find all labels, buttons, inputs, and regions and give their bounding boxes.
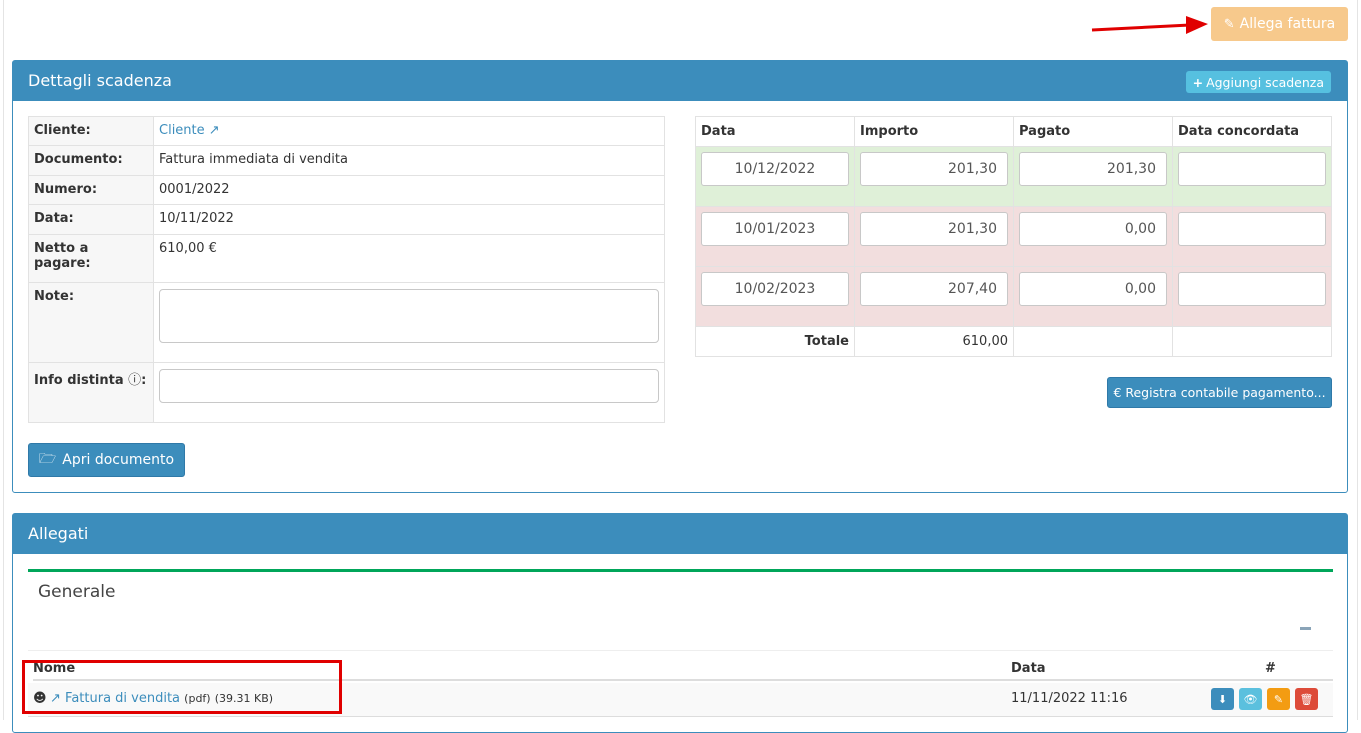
agreed-date-input[interactable] <box>1178 152 1326 186</box>
schedule-table: Data Importo Pagato Data concordata 10/1… <box>695 116 1332 357</box>
col-importo-header: Importo <box>854 116 1014 147</box>
cliente-cell: Cliente ↗ <box>153 116 665 146</box>
external-link-icon: ↗ <box>208 123 220 138</box>
plus-icon: + <box>1192 74 1204 90</box>
total-value: 610,00 <box>854 326 1014 357</box>
paid-input[interactable]: 201,30 <box>1019 152 1167 186</box>
edit-icon[interactable]: ✎ <box>1267 688 1290 710</box>
files-header: Nome Data # <box>33 659 1333 681</box>
total-empty-cell <box>1172 326 1332 357</box>
cliente-link[interactable]: Cliente ↗ <box>159 123 220 138</box>
note-cell <box>153 282 665 363</box>
col-data-header: Data <box>695 116 855 147</box>
col-actions-header: # <box>1265 661 1276 676</box>
numero-value: 0001/2022 <box>153 175 665 205</box>
file-ext: (pdf) <box>184 692 211 705</box>
col-nome-header: Nome <box>33 661 76 676</box>
total-row: Totale 610,00 <box>695 326 1332 357</box>
aggiungi-scadenza-label: Aggiungi scadenza <box>1206 74 1324 90</box>
attachments-panel-heading: Allegati <box>13 514 1347 554</box>
col-data-header: Data <box>1011 661 1046 676</box>
info-distinta-label: Info distinta <box>34 373 124 388</box>
netto-value: 610,00 € <box>153 234 665 283</box>
netto-label: Netto a pagare: <box>28 234 154 283</box>
cliente-label: Cliente: <box>28 116 154 146</box>
file-link[interactable]: ↗ Fattura di vendita <box>50 691 180 706</box>
apri-documento-button[interactable]: 🗁 Apri documento <box>28 443 185 477</box>
data-value: 10/11/2022 <box>153 204 665 235</box>
due-date-input[interactable]: 10/12/2022 <box>701 152 849 186</box>
amount-input[interactable]: 207,40 <box>860 272 1008 306</box>
aggiungi-scadenza-button[interactable]: + Aggiungi scadenza <box>1185 71 1331 93</box>
details-panel-heading: Dettagli scadenza + Aggiungi scadenza <box>13 61 1347 101</box>
col-pagato-header: Pagato <box>1013 116 1173 147</box>
paid-input[interactable]: 0,00 <box>1019 272 1167 306</box>
folder-open-icon: 🗁 <box>38 451 57 467</box>
generale-box: Generale Nome Data # ☻ ↗ Fattura di vend… <box>28 569 1333 729</box>
agreed-date-input[interactable] <box>1178 212 1326 246</box>
generale-title: Generale <box>38 582 116 602</box>
trash-icon[interactable]: 🗑 <box>1295 688 1318 710</box>
file-date: 11/11/2022 11:16 <box>1011 691 1128 706</box>
documento-value: Fattura immediata di vendita <box>153 145 665 176</box>
info-distinta-cell <box>153 362 665 423</box>
amount-input[interactable]: 201,30 <box>860 152 1008 186</box>
registra-pagamento-button[interactable]: € Registra contabile pagamento... <box>1107 377 1332 408</box>
numero-label: Numero: <box>28 175 154 205</box>
schedule-row: 10/01/2023 201,30 0,00 <box>695 206 1332 267</box>
col-concordata-header: Data concordata <box>1172 116 1332 147</box>
file-name-cell: ↗ Fattura di vendita (pdf) (39.31 KB) <box>50 691 273 706</box>
allega-fattura-button[interactable]: ✎ Allega fattura <box>1211 7 1348 41</box>
allega-fattura-label: Allega fattura <box>1239 16 1336 32</box>
agreed-date-input[interactable] <box>1178 272 1326 306</box>
collapse-icon[interactable] <box>1300 627 1311 630</box>
details-panel: Dettagli scadenza + Aggiungi scadenza Cl… <box>12 60 1348 493</box>
due-date-input[interactable]: 10/02/2023 <box>701 272 849 306</box>
file-size: (39.31 KB) <box>214 692 274 705</box>
amount-input[interactable]: 201,30 <box>860 212 1008 246</box>
divider <box>28 650 1333 651</box>
annotation-arrow <box>1091 16 1208 34</box>
info-distinta-input[interactable] <box>159 369 659 403</box>
help-icon[interactable]: ⓘ <box>128 373 141 388</box>
file-row: ☻ ↗ Fattura di vendita (pdf) (39.31 KB) … <box>28 683 1333 717</box>
apri-documento-label: Apri documento <box>62 452 175 468</box>
note-label: Note: <box>28 282 154 363</box>
info-table: Cliente: Cliente ↗ Documento: Fattura im… <box>28 116 665 423</box>
external-link-icon: ↗ <box>50 691 61 706</box>
info-distinta-label-cell: Info distinta ⓘ: <box>28 362 154 423</box>
eye-icon[interactable]: 👁 <box>1239 688 1262 710</box>
paid-input[interactable]: 0,00 <box>1019 212 1167 246</box>
paperclip-icon: ✎ <box>1223 16 1235 32</box>
attachments-panel: Allegati Generale Nome Data # ☻ ↗ Fattur… <box>12 513 1348 733</box>
schedule-row: 10/12/2022 201,30 201,30 <box>695 146 1332 207</box>
documento-label: Documento: <box>28 145 154 176</box>
download-icon[interactable]: ⬇ <box>1211 688 1234 710</box>
data-label: Data: <box>28 204 154 235</box>
total-label: Totale <box>695 326 855 357</box>
total-empty-cell <box>1013 326 1173 357</box>
user-circle-icon: ☻ <box>33 691 47 706</box>
note-textarea[interactable] <box>159 289 659 343</box>
details-title: Dettagli scadenza <box>28 71 172 90</box>
schedule-row: 10/02/2023 207,40 0,00 <box>695 266 1332 327</box>
due-date-input[interactable]: 10/01/2023 <box>701 212 849 246</box>
attachments-title: Allegati <box>28 524 89 543</box>
